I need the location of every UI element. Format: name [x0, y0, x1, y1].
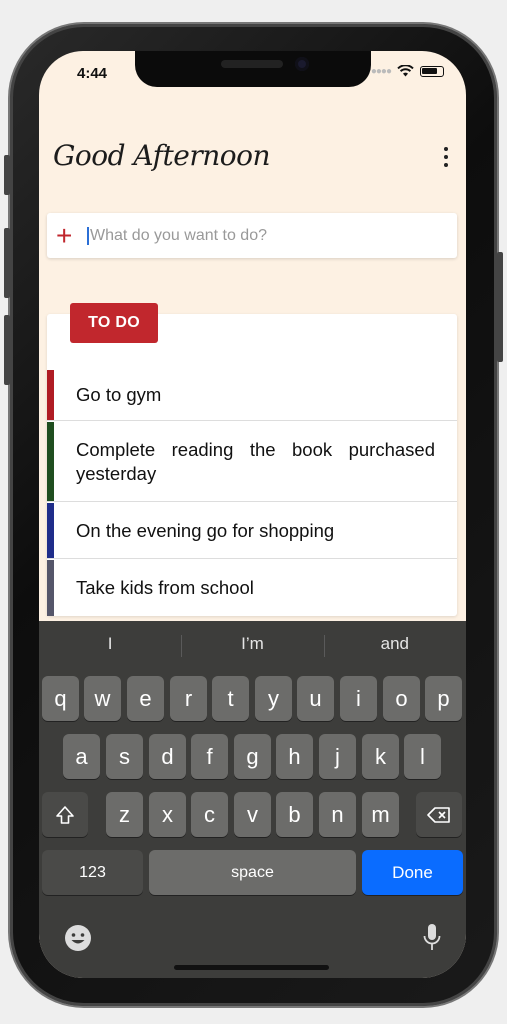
- task-item[interactable]: Complete reading the book purchased yest…: [47, 422, 457, 502]
- suggestion-item[interactable]: I: [39, 621, 181, 667]
- todo-card: TO DO Go to gym Complete reading the boo…: [47, 303, 457, 616]
- key-f[interactable]: f: [191, 734, 228, 779]
- key-v[interactable]: v: [234, 792, 271, 837]
- power-button: [497, 252, 503, 362]
- task-item[interactable]: On the evening go for shopping: [47, 503, 457, 559]
- key-w[interactable]: w: [84, 676, 121, 721]
- task-text: Take kids from school: [76, 577, 254, 598]
- backspace-key[interactable]: [416, 792, 462, 837]
- home-indicator[interactable]: [174, 965, 329, 970]
- key-s[interactable]: s: [106, 734, 143, 779]
- task-color-bar: [47, 503, 54, 558]
- task-color-bar: [47, 370, 54, 420]
- suggestion-item[interactable]: I’m: [181, 621, 323, 667]
- key-n[interactable]: n: [319, 792, 356, 837]
- key-k[interactable]: k: [362, 734, 399, 779]
- key-t[interactable]: t: [212, 676, 249, 721]
- shift-key[interactable]: [42, 792, 88, 837]
- key-u[interactable]: u: [297, 676, 334, 721]
- key-a[interactable]: a: [63, 734, 100, 779]
- front-camera: [295, 57, 309, 71]
- key-i[interactable]: i: [340, 676, 377, 721]
- phone-screen: 4:44 ●●●● Good Afternoon + TO DO Go to g…: [39, 51, 466, 978]
- greeting-title: Good Afternoon: [53, 139, 271, 172]
- suggestion-bar: I I’m and: [39, 621, 466, 667]
- suggestion-item[interactable]: and: [323, 621, 466, 667]
- status-time: 4:44: [77, 65, 108, 82]
- battery-icon: [420, 65, 444, 77]
- notch: [135, 51, 371, 87]
- key-b[interactable]: b: [276, 792, 313, 837]
- task-text: On the evening go for shopping: [76, 519, 335, 541]
- key-x[interactable]: x: [149, 792, 186, 837]
- key-l[interactable]: l: [404, 734, 441, 779]
- key-h[interactable]: h: [276, 734, 313, 779]
- key-p[interactable]: p: [425, 676, 462, 721]
- todo-badge: TO DO: [70, 303, 158, 343]
- status-icons: ●●●●: [371, 65, 444, 77]
- done-key[interactable]: Done: [362, 850, 463, 895]
- microphone-icon[interactable]: [422, 923, 442, 953]
- shift-icon: [56, 805, 74, 824]
- keyboard: I I’m and q w e r t y u i o p a s d f g …: [39, 621, 466, 978]
- emoji-icon[interactable]: [64, 924, 92, 952]
- key-d[interactable]: d: [149, 734, 186, 779]
- backspace-icon: [427, 806, 450, 823]
- task-item[interactable]: Go to gym: [47, 370, 457, 421]
- volume-down-button: [4, 315, 10, 385]
- speaker: [221, 60, 283, 68]
- task-color-bar: [47, 560, 54, 616]
- key-g[interactable]: g: [234, 734, 271, 779]
- more-vert-icon[interactable]: [444, 147, 448, 167]
- wifi-icon: [397, 65, 414, 77]
- add-task-input[interactable]: [87, 226, 447, 245]
- volume-up-button: [4, 228, 10, 298]
- key-j[interactable]: j: [319, 734, 356, 779]
- add-task-box: +: [47, 213, 457, 258]
- key-o[interactable]: o: [383, 676, 420, 721]
- key-z[interactable]: z: [106, 792, 143, 837]
- task-color-bar: [47, 422, 54, 501]
- mute-switch: [4, 155, 10, 195]
- space-key[interactable]: space: [149, 850, 356, 895]
- plus-icon[interactable]: +: [56, 221, 80, 250]
- task-text: Go to gym: [76, 384, 162, 405]
- task-item[interactable]: Take kids from school: [47, 560, 457, 616]
- key-c[interactable]: c: [191, 792, 228, 837]
- key-r[interactable]: r: [170, 676, 207, 721]
- task-text: Complete reading the book purchased yest…: [76, 438, 435, 484]
- key-q[interactable]: q: [42, 676, 79, 721]
- key-e[interactable]: e: [127, 676, 164, 721]
- signal-icon: ●●●●: [370, 65, 392, 77]
- key-y[interactable]: y: [255, 676, 292, 721]
- key-m[interactable]: m: [362, 792, 399, 837]
- numbers-key[interactable]: 123: [42, 850, 143, 895]
